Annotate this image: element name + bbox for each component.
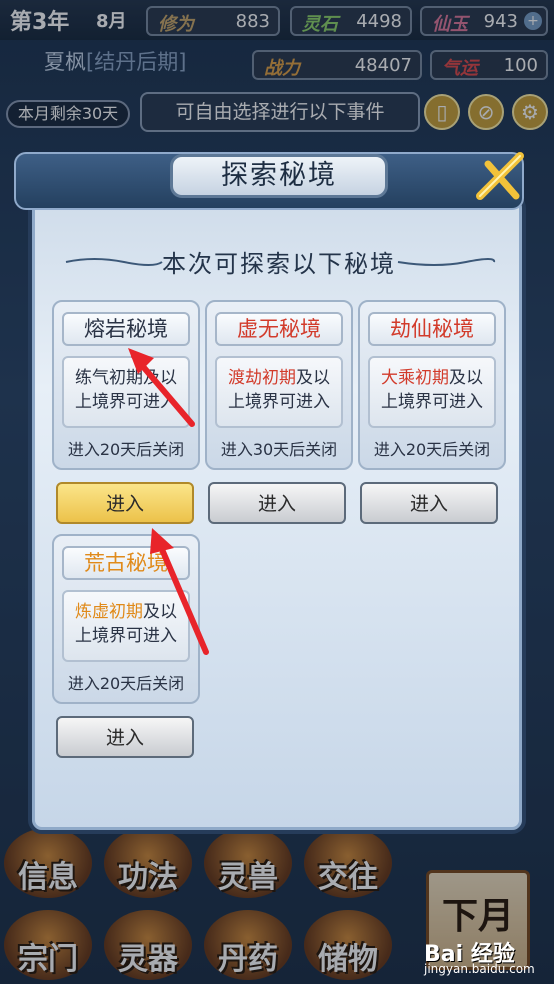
enter-lava-button[interactable]: 进入 (56, 482, 194, 524)
realm-close-note: 进入20天后关闭 (373, 440, 491, 459)
red-arrow-annotation (128, 348, 195, 427)
realm-close-note: 进入20天后关闭 (67, 440, 185, 459)
watermark-url: jingyan.baidu.com (424, 962, 535, 976)
realm-card-tribulation: 劫仙秘境 大乘初期及以上境界可进入 进入20天后关闭 (358, 300, 506, 470)
realm-requirement: 大乘初期及以上境界可进入 (368, 356, 496, 428)
realm-close-note: 进入30天后关闭 (220, 440, 338, 459)
realm-close-note: 进入20天后关闭 (67, 674, 185, 693)
enter-void-button[interactable]: 进入 (208, 482, 346, 524)
enter-ancient-button[interactable]: 进入 (56, 716, 194, 758)
realm-requirement-highlight: 大乘初期 (381, 368, 449, 388)
realm-card-void: 虚无秘境 渡劫初期及以上境界可进入 进入30天后关闭 (205, 300, 353, 470)
realm-requirement-highlight: 炼虚初期 (75, 602, 143, 622)
close-icon[interactable] (470, 146, 532, 208)
red-arrow-annotation (150, 528, 209, 655)
realm-name: 劫仙秘境 (368, 312, 496, 346)
dialog-title: 探索秘境 (221, 160, 337, 191)
right-flourish-icon (397, 258, 496, 266)
realm-requirement: 渡劫初期及以上境界可进入 (215, 356, 343, 428)
enter-tribulation-button[interactable]: 进入 (360, 482, 498, 524)
realm-name: 虚无秘境 (215, 312, 343, 346)
realm-requirement-highlight: 渡劫初期 (228, 368, 296, 388)
